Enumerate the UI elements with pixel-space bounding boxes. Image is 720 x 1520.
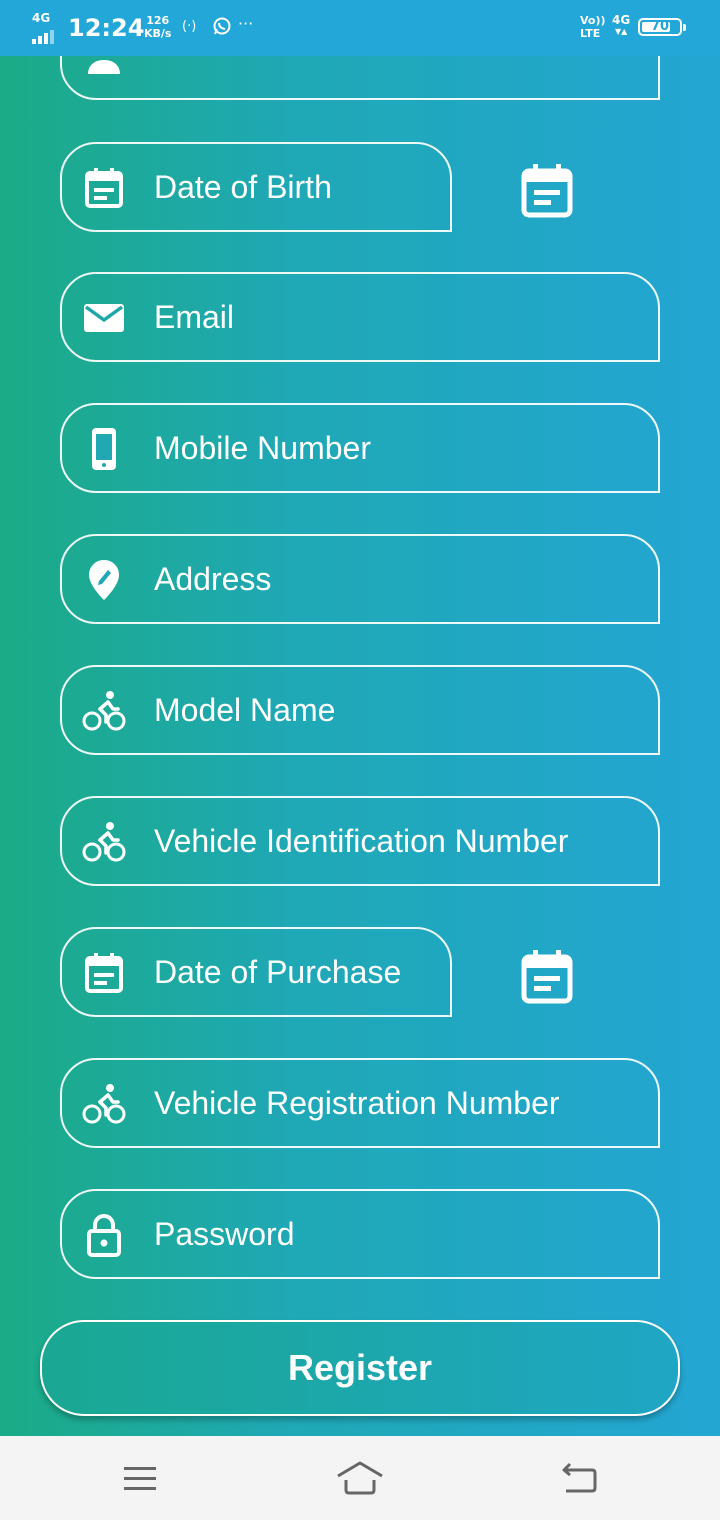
signal-indicator: 4G: [30, 11, 60, 44]
location-pin-icon: [82, 558, 126, 602]
bike-icon: [82, 1082, 126, 1126]
date-of-birth-placeholder: Date of Birth: [154, 169, 332, 205]
mail-icon: [82, 296, 126, 340]
lock-icon: [82, 1213, 126, 1257]
mobile-number-field[interactable]: Mobile Number: [60, 403, 660, 493]
date-of-purchase-picker-icon[interactable]: [520, 948, 574, 1004]
password-field[interactable]: Password: [60, 1189, 660, 1279]
data-arrows-icon: ▼▲: [614, 27, 628, 36]
battery-tip: [683, 24, 686, 31]
hotspot-icon: (·): [182, 19, 197, 34]
model-name-placeholder: Model Name: [154, 692, 336, 728]
mobile-data-type: 4G: [612, 13, 631, 27]
mobile-number-placeholder: Mobile Number: [154, 430, 371, 466]
status-bar: 4G 12:24 126 KB/s (·) ··· Vo)) LTE 4G ▼▲…: [0, 0, 720, 56]
bike-icon: [82, 820, 126, 864]
navigation-bar: [0, 1436, 720, 1520]
form-background: Owner Id Date of Birth Email Mobile Numb…: [0, 0, 720, 1436]
date-of-birth-field[interactable]: Date of Birth: [60, 142, 452, 232]
more-notifications-icon: ···: [238, 14, 254, 33]
bike-icon: [82, 689, 126, 733]
volte-line2: LTE: [580, 27, 601, 40]
vin-field[interactable]: Vehicle Identification Number: [60, 796, 660, 886]
volte-line1: Vo)): [580, 14, 606, 27]
signal-bars-icon: [32, 30, 54, 44]
calendar-icon: [82, 951, 126, 995]
email-placeholder: Email: [154, 299, 235, 335]
model-name-field[interactable]: Model Name: [60, 665, 660, 755]
phone-icon: [82, 427, 126, 471]
address-field[interactable]: Address: [60, 534, 660, 624]
clock: 12:24: [68, 14, 145, 42]
speed-value: 126: [146, 14, 170, 27]
date-of-purchase-placeholder: Date of Purchase: [154, 954, 402, 990]
email-field[interactable]: Email: [60, 272, 660, 362]
mobile-data-indicator: 4G ▼▲: [612, 13, 631, 37]
password-placeholder: Password: [154, 1216, 295, 1252]
date-of-birth-picker-icon[interactable]: [520, 162, 574, 218]
volte-indicator: Vo)) LTE: [580, 14, 606, 40]
date-of-purchase-field[interactable]: Date of Purchase: [60, 927, 452, 1017]
network-speed: 126 KB/s: [144, 14, 171, 40]
battery-icon: 70: [638, 18, 686, 36]
menu-icon[interactable]: [116, 1458, 164, 1498]
registration-number-placeholder: Vehicle Registration Number: [154, 1085, 560, 1121]
speed-unit: KB/s: [144, 27, 172, 40]
back-icon[interactable]: [556, 1458, 604, 1498]
whatsapp-icon: [212, 16, 232, 36]
address-placeholder: Address: [154, 561, 272, 597]
battery-percent: 70: [650, 19, 670, 34]
calendar-icon: [82, 166, 126, 210]
vin-placeholder: Vehicle Identification Number: [154, 823, 569, 859]
home-icon[interactable]: [336, 1458, 384, 1498]
network-type: 4G: [32, 11, 51, 25]
register-button[interactable]: Register: [40, 1320, 680, 1416]
registration-number-field[interactable]: Vehicle Registration Number: [60, 1058, 660, 1148]
